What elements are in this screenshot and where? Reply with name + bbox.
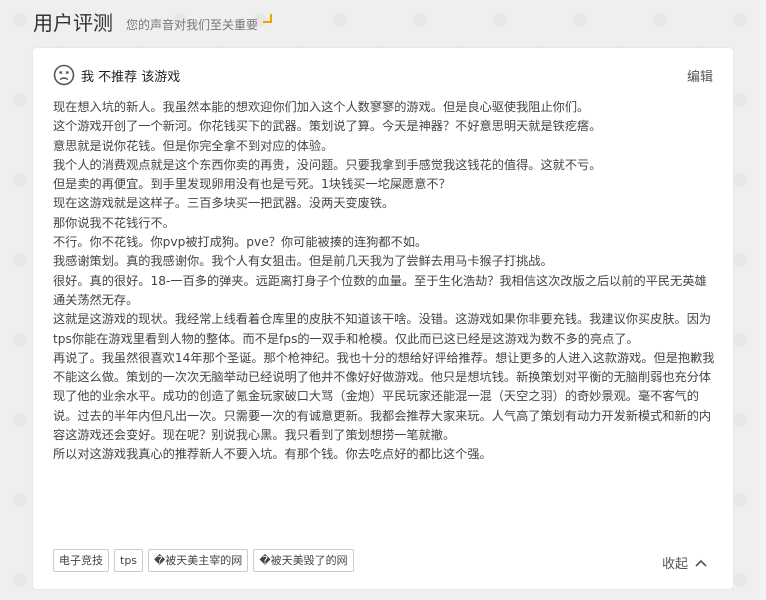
- collapse-button[interactable]: 收起: [662, 553, 707, 572]
- review-header: 我 不推荐 该游戏 编辑: [53, 64, 713, 86]
- review-paragraph: 现在这游戏就是这样子。三百多块买一把武器。没两天变废铁。: [53, 196, 395, 211]
- review-body: 现在想入坑的新人。我虽然本能的想欢迎你们加入这个人数寥寥的游戏。但是良心驱使我阻…: [53, 98, 715, 465]
- tag-list: 电子竞技 tps �被天美主宰的网 �被天美毁了的网: [53, 549, 359, 572]
- page-scrollbar[interactable]: [760, 0, 766, 600]
- review-paragraph: 所以对这游戏我真心的推荐新人不要入坑。有那个钱。你去吃点好的都比这个强。: [53, 447, 492, 462]
- review-paragraph: 现在想入坑的新人。我虽然本能的想欢迎你们加入这个人数寥寥的游戏。但是良心驱使我阻…: [53, 100, 590, 114]
- review-verdict: 我 不推荐 该游戏: [81, 69, 181, 85]
- review-paragraph: 不行。你不花钱。你pvp被打成狗。pve？你可能被揍的连狗都不如。: [53, 235, 428, 250]
- tag-tps[interactable]: tps: [114, 549, 144, 572]
- review-paragraph: 很好。真的很好。18-一百多的弹夹。远距离打身子个位数的血量。至于生化浩劫？我相…: [53, 273, 707, 307]
- review-paragraph: 那你说我不花钱行不。: [53, 215, 175, 230]
- review-card: 我 不推荐 该游戏 编辑 现在想入坑的新人。我虽然本能的想欢迎你们加入这个人数寥…: [33, 48, 733, 589]
- page-header: 用户评测 您的声音对我们至关重要: [33, 0, 272, 36]
- chevron-up-icon: [695, 559, 707, 567]
- page-title: 用户评测: [33, 11, 113, 35]
- review-paragraph: 这个游戏开创了一个新河。你花钱买下的武器。策划说了算。今天是神器？不好意思明天就…: [53, 119, 602, 134]
- review-paragraph: 这就是这游戏的现状。我经常上线看着仓库里的皮肤不知道该干啥。没错。这游戏如果你非…: [53, 312, 712, 346]
- tag-esports[interactable]: 电子竞技: [53, 549, 109, 572]
- page-subtitle: 您的声音对我们至关重要: [126, 18, 259, 32]
- corner-accent-icon: [263, 14, 272, 23]
- review-paragraph: 意思就是说你花钱。但是你完全拿不到对应的体验。: [53, 138, 334, 153]
- sad-face-icon: [53, 64, 75, 86]
- tag-custom-1[interactable]: �被天美主宰的网: [148, 549, 249, 572]
- review-paragraph: 但是卖的再便宜。到手里发现卵用没有也是亏死。1块钱买一坨屎愿意不？: [53, 177, 451, 192]
- review-paragraph: 我感谢策划。真的我感谢你。我个人有女狙击。但是前几天我为了尝鲜去用马卡猴子打挑战…: [53, 254, 553, 269]
- tag-custom-2[interactable]: �被天美毁了的网: [253, 549, 354, 572]
- collapse-label: 收起: [661, 557, 688, 572]
- review-paragraph: 再说了。我虽然很喜欢14年那个圣诞。那个枪神纪。我也十分的想给好评给推荐。想让更…: [53, 350, 715, 443]
- edit-button[interactable]: 编辑: [687, 66, 713, 85]
- review-paragraph: 我个人的消费观点就是这个东西你卖的再贵，没问题。只要我拿到手感觉我这钱花的值得。…: [53, 157, 602, 172]
